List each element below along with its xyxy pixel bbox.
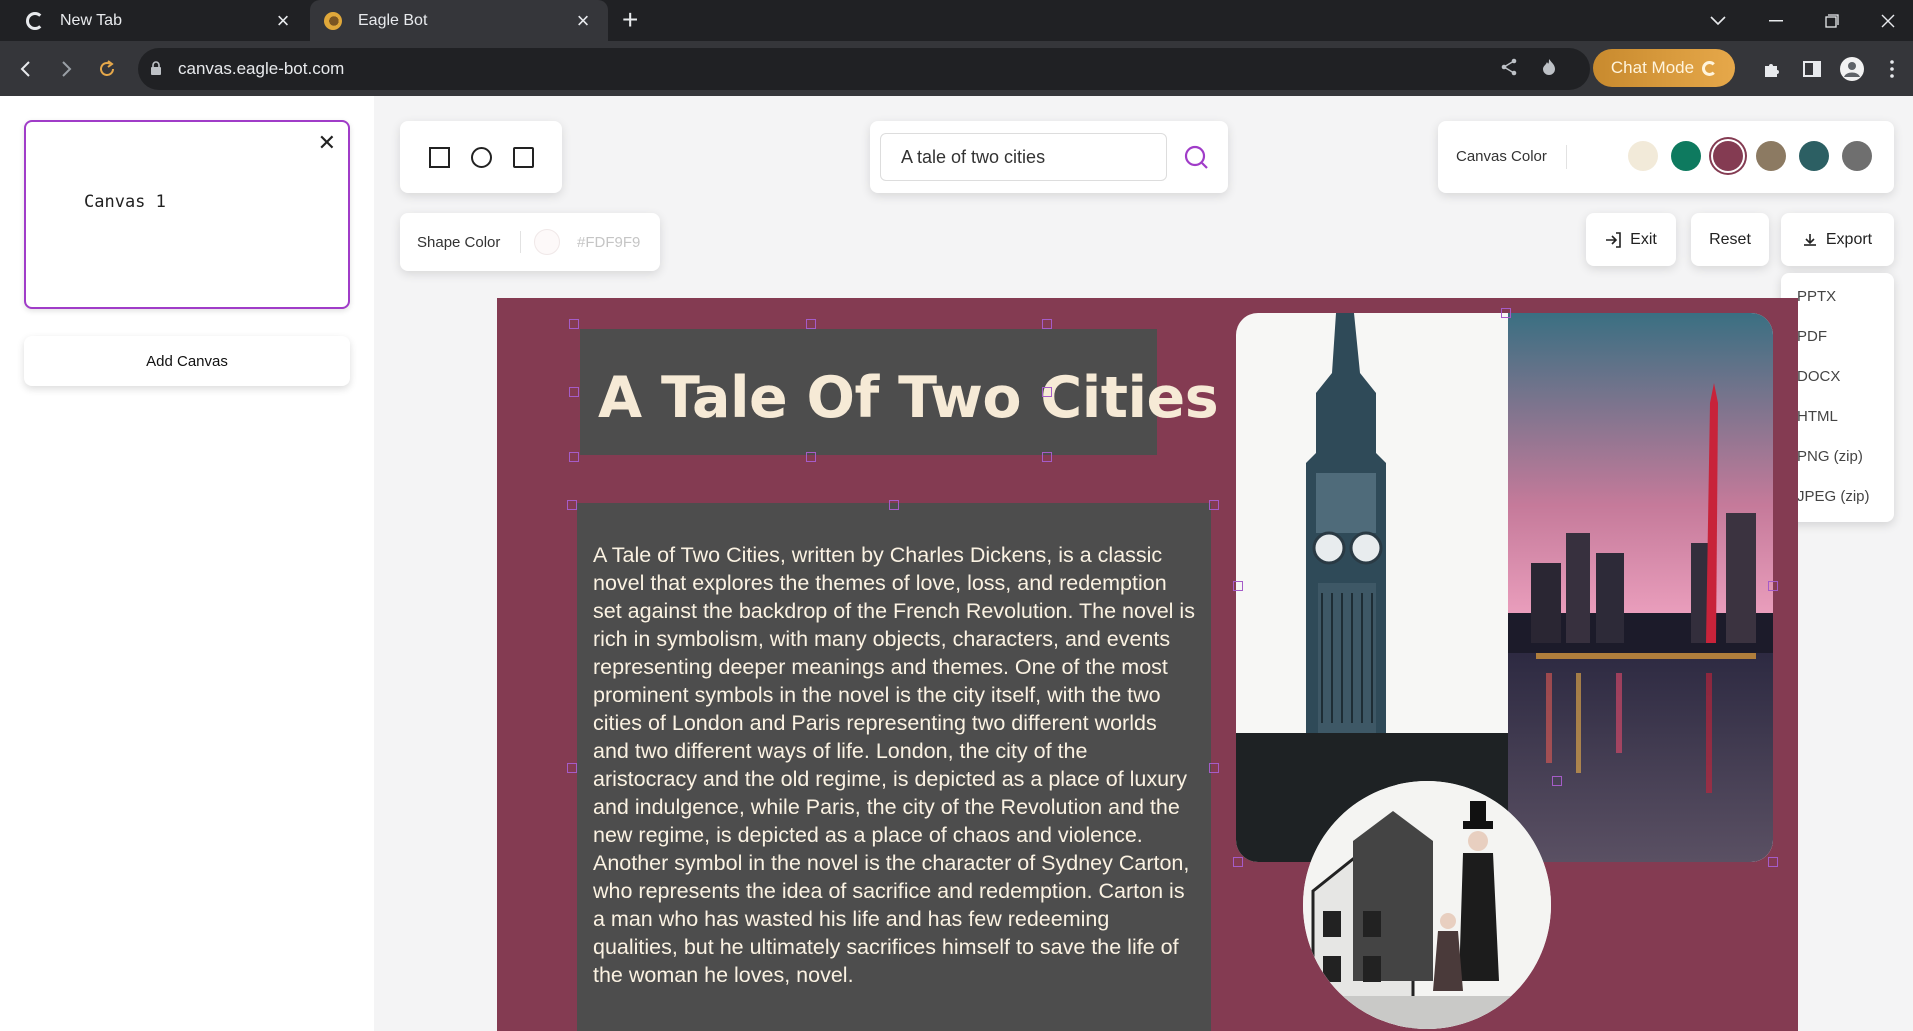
square-shape-icon[interactable] — [429, 147, 450, 168]
canvas-sidebar: ✕ Canvas 1 Add Canvas — [0, 96, 374, 1031]
lock-icon — [151, 61, 161, 75]
selection-handle[interactable] — [567, 500, 577, 510]
circle-shape-icon[interactable] — [471, 147, 492, 168]
selection-handle[interactable] — [1768, 581, 1778, 591]
exit-button[interactable]: Exit — [1586, 213, 1676, 266]
title-text-box[interactable]: A Tale Of Two Cities — [580, 329, 1219, 455]
new-tab-button[interactable]: + — [622, 4, 638, 36]
url-text: canvas.eagle-bot.com — [178, 59, 345, 78]
search-input[interactable] — [880, 133, 1167, 181]
canvas-color-label: Canvas Color — [1456, 148, 1547, 165]
slide-title: A Tale Of Two Cities — [598, 365, 1219, 431]
shapes-panel — [400, 121, 562, 193]
eagle-bot-favicon-icon — [324, 11, 342, 30]
search-icon[interactable] — [1183, 144, 1209, 170]
canvas-name: Canvas 1 — [84, 192, 166, 212]
selection-handle[interactable] — [567, 763, 577, 773]
canvas-color-panel: Canvas Color — [1438, 121, 1894, 193]
tab-eagle-bot[interactable]: Eagle Bot × — [310, 0, 608, 41]
browser-tab-bar: New Tab × Eagle Bot × + — [0, 0, 1913, 41]
close-tab-icon[interactable]: × — [570, 8, 596, 34]
swirl-icon — [1702, 60, 1718, 76]
chat-mode-label: Chat Mode — [1610, 58, 1695, 77]
reset-label: Reset — [1709, 230, 1751, 248]
selection-handle[interactable] — [1233, 857, 1243, 867]
close-window-icon[interactable] — [1860, 0, 1913, 41]
selection-handle[interactable] — [1233, 581, 1243, 591]
exit-icon — [1606, 231, 1621, 248]
selection-handle[interactable] — [1042, 452, 1052, 462]
selection-handle[interactable] — [806, 319, 816, 329]
selection-handle[interactable] — [1042, 387, 1052, 397]
color-swatch-cream[interactable] — [1628, 141, 1658, 171]
selection-handle[interactable] — [569, 387, 579, 397]
selection-handle[interactable] — [569, 319, 579, 329]
restore-icon[interactable] — [1804, 0, 1860, 41]
selection-handle[interactable] — [1768, 857, 1778, 867]
chrome-icon — [26, 11, 44, 30]
color-swatch-taupe[interactable] — [1756, 141, 1786, 171]
slide-body-text: A Tale of Two Cities, written by Charles… — [593, 543, 1195, 987]
export-label: Export — [1825, 230, 1873, 248]
exit-label: Exit — [1630, 230, 1657, 248]
shape-color-label: Shape Color — [417, 234, 501, 251]
reload-icon[interactable] — [91, 53, 123, 85]
selection-handle[interactable] — [1552, 776, 1562, 786]
color-swatch-green[interactable] — [1671, 141, 1701, 171]
divider — [1566, 145, 1567, 169]
selection-handle[interactable] — [1501, 308, 1511, 318]
slide-canvas[interactable]: A Tale Of Two Cities A Tale of Two Citie… — [497, 298, 1798, 1031]
avatar-icon[interactable] — [1837, 54, 1867, 84]
side-panel-icon[interactable] — [1797, 54, 1827, 84]
export-button[interactable]: Export — [1781, 213, 1894, 266]
selection-handle[interactable] — [1209, 763, 1219, 773]
divider — [520, 231, 521, 253]
tab-search-chevron-icon[interactable] — [1690, 0, 1746, 41]
extension-flame-icon[interactable] — [1538, 58, 1560, 80]
minimize-icon[interactable] — [1748, 0, 1804, 41]
puzzle-icon[interactable] — [1757, 54, 1787, 84]
color-swatch-gray[interactable] — [1842, 141, 1872, 171]
share-icon[interactable] — [1498, 58, 1520, 80]
download-icon — [1803, 233, 1816, 246]
color-swatch-teal[interactable] — [1799, 141, 1829, 171]
shape-color-panel: Shape Color #FDF9F9 — [400, 213, 660, 271]
reset-button[interactable]: Reset — [1691, 213, 1769, 266]
arrow-right-icon[interactable] — [50, 53, 82, 85]
body-text-box[interactable]: A Tale of Two Cities, written by Charles… — [577, 503, 1211, 1031]
selection-handle[interactable] — [1209, 500, 1219, 510]
tab-title: Eagle Bot — [358, 11, 428, 29]
canvas-card-1[interactable]: ✕ Canvas 1 — [24, 120, 350, 309]
selection-handle[interactable] — [889, 500, 899, 510]
shape-color-hex[interactable]: #FDF9F9 — [577, 234, 640, 251]
address-bar[interactable]: canvas.eagle-bot.com — [138, 48, 1590, 90]
selection-handle[interactable] — [569, 452, 579, 462]
add-canvas-button[interactable]: Add Canvas — [24, 336, 350, 386]
kebab-menu-icon[interactable] — [1877, 54, 1907, 84]
selection-handle[interactable] — [806, 452, 816, 462]
close-icon[interactable]: ✕ — [318, 130, 336, 156]
rounded-square-shape-icon[interactable] — [513, 147, 534, 168]
search-panel — [870, 121, 1228, 193]
tab-title: New Tab — [60, 11, 122, 29]
close-tab-icon[interactable]: × — [270, 8, 296, 34]
arrow-left-icon[interactable] — [11, 53, 43, 85]
tab-new-tab[interactable]: New Tab × — [0, 0, 308, 41]
street-scene-image[interactable] — [1303, 781, 1551, 1029]
chat-mode-button[interactable]: Chat Mode — [1593, 49, 1735, 87]
browser-toolbar: canvas.eagle-bot.com Chat Mode — [0, 41, 1913, 96]
london-paris-image[interactable] — [1236, 313, 1773, 862]
selection-handle[interactable] — [1042, 319, 1052, 329]
shape-color-swatch[interactable] — [534, 229, 560, 255]
color-swatch-maroon[interactable] — [1713, 141, 1743, 171]
